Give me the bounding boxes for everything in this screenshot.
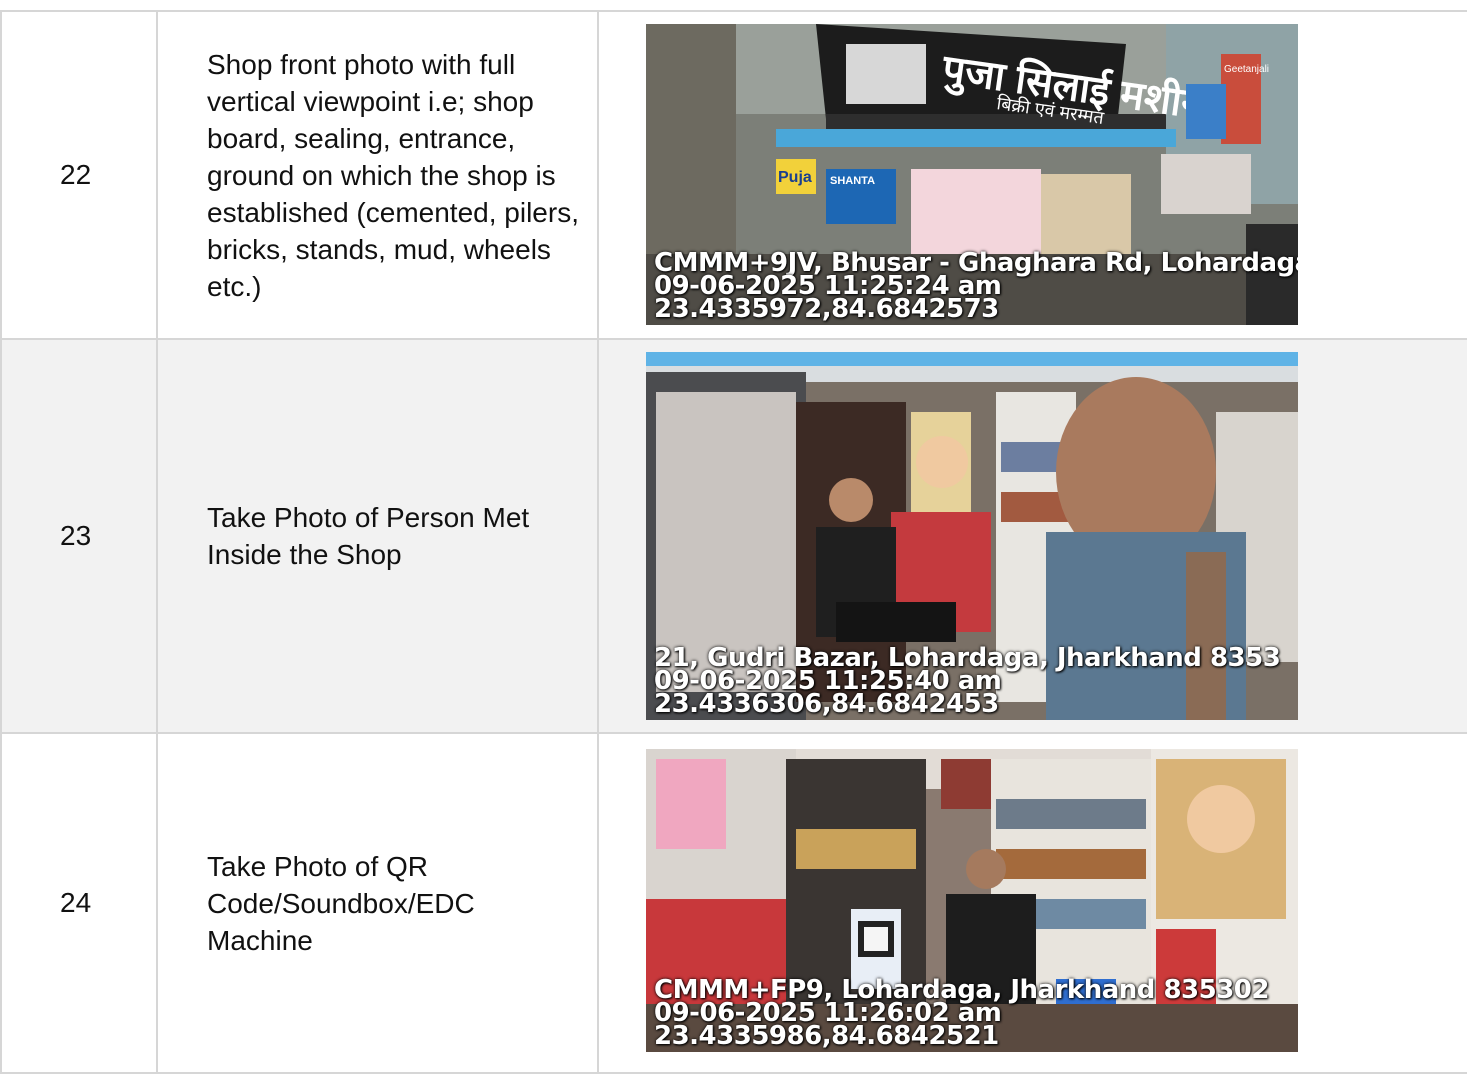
row-description: Shop front photo with full vertical view… <box>156 10 599 340</box>
box-label: SHANTA <box>830 175 875 187</box>
table-row: 23 Take Photo of Person Met Inside the S… <box>0 338 1467 734</box>
qr-code-photo[interactable]: CMMM+FP9, Lohardaga, Jharkhand 835302 09… <box>646 749 1298 1052</box>
photo-cell: 21, Gudri Bazar, Lohardaga, Jharkhand 83… <box>597 338 1467 734</box>
photo-cell: CMMM+FP9, Lohardaga, Jharkhand 835302 09… <box>597 732 1467 1074</box>
banner-label: Geetanjali <box>1224 64 1269 75</box>
stamp-coords: 23.4336306,84.6842453 <box>654 689 999 719</box>
survey-table: 22 Shop front photo with full vertical v… <box>0 10 1467 1074</box>
geo-stamp: CMMM+9JV, Bhusar - Ghaghara Rd, Lohardag… <box>654 250 1298 324</box>
stamp-coords: 23.4335972,84.6842573 <box>654 293 999 324</box>
row-number: 24 <box>0 732 158 1074</box>
geo-stamp: CMMM+FP9, Lohardaga, Jharkhand 835302 09… <box>654 977 1269 1051</box>
table-row: 22 Shop front photo with full vertical v… <box>0 10 1467 340</box>
row-number: 23 <box>0 338 158 734</box>
row-number: 22 <box>0 10 158 340</box>
row-description: Take Photo of Person Met Inside the Shop <box>156 338 599 734</box>
stamp-coords: 23.4335986,84.6842521 <box>654 1021 999 1051</box>
geo-stamp: 21, Gudri Bazar, Lohardaga, Jharkhand 83… <box>654 645 1281 719</box>
person-met-photo[interactable]: 21, Gudri Bazar, Lohardaga, Jharkhand 83… <box>646 352 1298 720</box>
photo-cell: पुजा सिलाई मशीन बिक्री एवं मरम्मत Puja S… <box>597 10 1467 340</box>
shop-front-photo[interactable]: पुजा सिलाई मशीन बिक्री एवं मरम्मत Puja S… <box>646 23 1298 325</box>
shop-label: Puja <box>778 169 812 186</box>
table-row: 24 Take Photo of QR Code/Soundbox/EDC Ma… <box>0 732 1467 1074</box>
row-description: Take Photo of QR Code/Soundbox/EDC Machi… <box>156 732 599 1074</box>
